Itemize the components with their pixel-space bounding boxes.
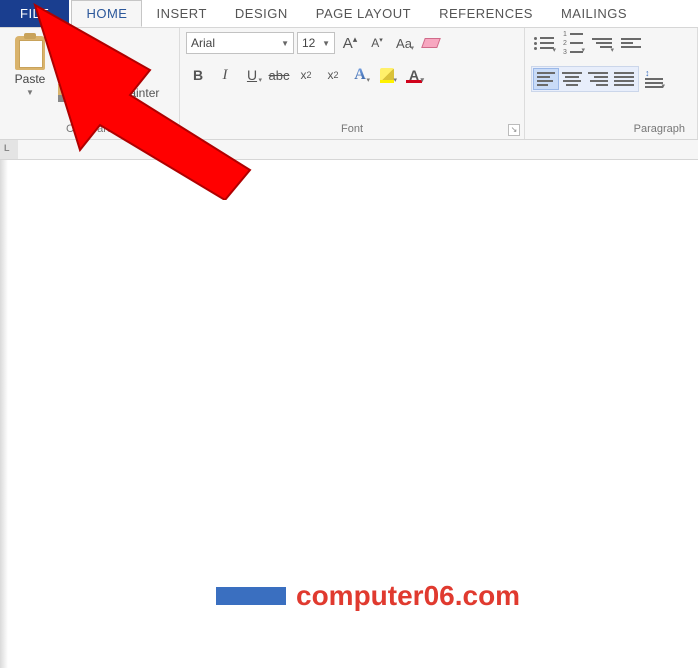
eraser-icon xyxy=(421,38,441,48)
ribbon-tabs: FILE HOME INSERT DESIGN PAGE LAYOUT REFE… xyxy=(0,0,698,28)
align-left-button[interactable] xyxy=(533,68,559,90)
grow-font-button[interactable]: A▴ xyxy=(338,32,362,54)
watermark-bar xyxy=(216,587,286,605)
copy-label: Copy xyxy=(80,62,108,76)
shrink-font-button[interactable]: A▾ xyxy=(365,32,389,54)
bold-button[interactable]: B xyxy=(186,64,210,86)
line-spacing-button[interactable]: ↕ xyxy=(642,68,666,90)
watermark-text: computer06.com xyxy=(296,580,520,612)
bullets-button[interactable] xyxy=(531,32,557,54)
tab-references[interactable]: REFERENCES xyxy=(425,0,547,27)
font-size-value: 12 xyxy=(302,36,315,50)
group-paragraph: 1 2 3 xyxy=(525,28,698,139)
chevron-down-icon: ▼ xyxy=(281,39,289,48)
font-size-combo[interactable]: 12 ▼ xyxy=(297,32,335,54)
copy-button[interactable]: Copy xyxy=(58,60,159,78)
font-family-value: Arial xyxy=(191,36,215,50)
font-color-button[interactable]: A xyxy=(402,64,426,86)
tab-design[interactable]: DESIGN xyxy=(221,0,302,27)
tab-stop-marker: L xyxy=(4,143,10,153)
format-painter-label: Format Painter xyxy=(80,86,159,100)
tab-home[interactable]: HOME xyxy=(71,0,142,27)
chevron-down-icon: ▼ xyxy=(26,88,34,97)
paragraph-group-label: Paragraph xyxy=(531,123,691,137)
clipboard-dialog-launcher[interactable]: ↘ xyxy=(163,124,175,136)
font-family-combo[interactable]: Arial ▼ xyxy=(186,32,294,54)
text-effects-button[interactable]: A xyxy=(348,64,372,86)
highlighter-icon xyxy=(380,68,394,82)
underline-button[interactable]: U xyxy=(240,64,264,86)
ribbon: Paste ▼ Cut Copy Format Painter Clipboar… xyxy=(0,28,698,140)
align-right-button[interactable] xyxy=(585,68,611,90)
paste-button[interactable]: Paste ▼ xyxy=(6,32,54,97)
tab-file[interactable]: FILE xyxy=(0,0,69,27)
cut-label: Cut xyxy=(80,38,99,52)
superscript-button[interactable]: x2 xyxy=(321,64,345,86)
subscript-button[interactable]: x2 xyxy=(294,64,318,86)
font-dialog-launcher[interactable]: ↘ xyxy=(508,124,520,136)
italic-button[interactable]: I xyxy=(213,64,237,86)
group-clipboard: Paste ▼ Cut Copy Format Painter Clipboar… xyxy=(0,28,180,139)
cut-button[interactable]: Cut xyxy=(58,36,159,54)
align-justify-button[interactable] xyxy=(611,68,637,90)
chevron-down-icon: ▼ xyxy=(322,39,330,48)
tab-page-layout[interactable]: PAGE LAYOUT xyxy=(302,0,425,27)
format-painter-button[interactable]: Format Painter xyxy=(58,84,159,102)
paintbrush-icon xyxy=(58,84,76,102)
group-font: Arial ▼ 12 ▼ A▴ A▾ Aa B I U abc x2 x2 A xyxy=(180,28,525,139)
ruler[interactable]: L xyxy=(0,140,698,160)
highlight-button[interactable] xyxy=(375,64,399,86)
clipboard-group-label: Clipboard xyxy=(6,123,173,137)
multilevel-list-button[interactable] xyxy=(589,32,615,54)
tab-mailings[interactable]: MAILINGS xyxy=(547,0,641,27)
clear-formatting-button[interactable] xyxy=(419,32,443,54)
clipboard-icon xyxy=(15,36,45,70)
text-effects-icon: A xyxy=(354,66,366,84)
strikethrough-button[interactable]: abc xyxy=(267,64,291,86)
decrease-indent-button[interactable] xyxy=(618,32,644,54)
align-center-button[interactable] xyxy=(559,68,585,90)
page-edge xyxy=(0,160,8,668)
font-group-label: Font xyxy=(186,123,518,137)
change-case-button[interactable]: Aa xyxy=(392,32,416,54)
watermark: computer06.com xyxy=(216,580,520,612)
paste-label: Paste xyxy=(15,72,46,86)
copy-icon xyxy=(58,60,76,78)
tab-insert[interactable]: INSERT xyxy=(142,0,220,27)
alignment-group xyxy=(531,66,639,92)
scissors-icon xyxy=(58,36,76,54)
numbering-button[interactable]: 1 2 3 xyxy=(560,32,586,54)
